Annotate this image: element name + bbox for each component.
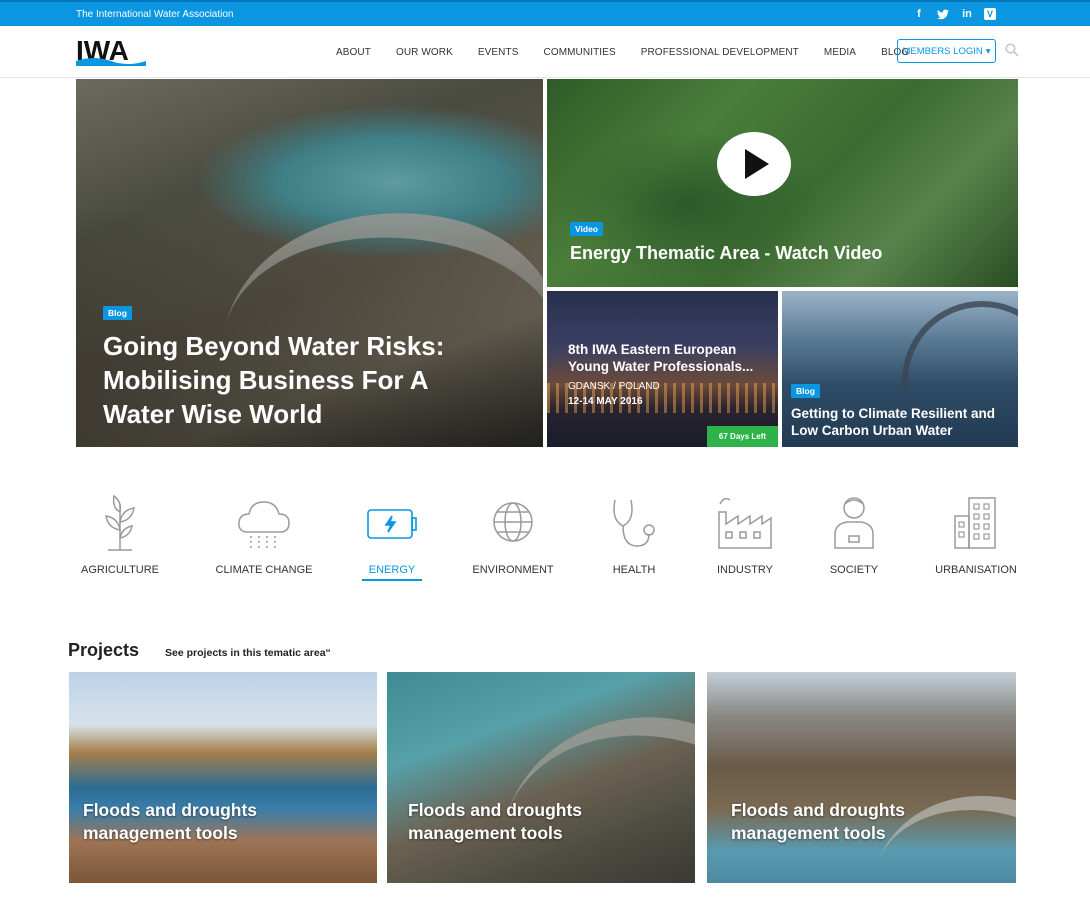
thematic-areas: AGRICULTURE CLIMATE CHANGE ENERGY ENVIRO… [70,490,1030,590]
theme-label: AGRICULTURE [80,564,160,576]
hero-main-tile[interactable]: Blog Going Beyond Water Risks: Mobilisin… [76,79,543,447]
projects-heading: Projects [68,640,140,660]
hero-video-title[interactable]: Energy Thematic Area - Watch Video [570,243,882,264]
theme-society[interactable]: SOCIETY [822,490,886,576]
theme-label: HEALTH [612,564,656,576]
theme-label: SOCIETY [829,564,879,576]
project-card[interactable]: Floods and droughts management tools [69,672,377,883]
cloud-rain-icon [238,501,290,548]
hero-event-tile[interactable]: 8th IWA Eastern European Young Water Pro… [547,291,778,447]
top-strip: The International Water Association f in… [0,0,1090,26]
theme-agriculture[interactable]: AGRICULTURE [80,490,160,576]
main-header: IWA ABOUT OUR WORK EVENTS COMMUNITIES PR… [0,26,1090,78]
globe-icon [493,502,533,542]
project-card[interactable]: Floods and droughts management tools [707,672,1016,883]
hero-blog-tile[interactable]: Blog Getting to Climate Resilient and Lo… [782,291,1018,447]
nav-media[interactable]: MEDIA [824,47,856,58]
nav-communities[interactable]: COMMUNITIES [544,47,616,58]
theme-climate-change[interactable]: CLIMATE CHANGE [214,490,314,576]
play-icon[interactable] [717,132,791,196]
hero-blog-title[interactable]: Getting to Climate Resilient and Low Car… [791,405,1016,439]
facebook-icon[interactable]: f [912,7,926,21]
theme-label: CLIMATE CHANGE [215,564,313,576]
theme-label: ENVIRONMENT [472,564,554,576]
bridge-image [902,301,1018,391]
members-login-button[interactable]: MEMBERS LOGIN ▾ [897,39,996,63]
building-icon [954,497,996,549]
blog-badge: Blog [791,384,820,398]
hero-main-title[interactable]: Going Beyond Water Risks: Mobilising Bus… [103,329,503,431]
project-card[interactable]: Floods and droughts management tools [387,672,695,883]
days-left-badge: 67 Days Left [707,426,778,447]
stethoscope-icon [613,499,655,547]
twitter-icon[interactable] [936,7,950,21]
event-location: GDANSK / POLAND [568,381,660,392]
main-nav: ABOUT OUR WORK EVENTS COMMUNITIES PROFES… [336,26,934,78]
project-title[interactable]: Floods and droughts management tools [731,799,941,845]
theme-label: URBANISATION [935,564,1017,576]
theme-urbanisation[interactable]: URBANISATION [932,490,1020,576]
blog-badge: Blog [103,306,132,320]
social-links: f in V [912,7,996,21]
theme-industry[interactable]: INDUSTRY [710,490,780,576]
nav-about[interactable]: ABOUT [336,47,371,58]
theme-label: ENERGY [362,564,422,581]
video-badge: Video [570,222,603,236]
projects-subheading[interactable]: See projects in this tematic area“ [165,647,331,659]
event-title[interactable]: 8th IWA Eastern European Young Water Pro… [568,341,768,375]
factory-icon [718,497,772,549]
project-title[interactable]: Floods and droughts management tools [83,799,293,845]
plant-icon [105,494,135,551]
theme-label: INDUSTRY [716,564,774,576]
vimeo-icon[interactable]: V [984,8,996,20]
theme-energy[interactable]: ENERGY [362,490,422,581]
battery-icon [367,509,417,539]
chevron-down-icon: ▾ [985,45,991,57]
org-name: The International Water Association [76,9,234,20]
search-icon[interactable] [1005,43,1019,57]
person-icon [834,497,874,549]
nav-events[interactable]: EVENTS [478,47,519,58]
projects-header: Projects See projects in this tematic ar… [68,640,331,661]
theme-health[interactable]: HEALTH [606,490,662,576]
event-date: 12-14 MAY 2016 [568,396,643,407]
theme-environment[interactable]: ENVIRONMENT [468,490,558,576]
project-title[interactable]: Floods and droughts management tools [408,799,618,845]
iwa-logo[interactable]: IWA [76,36,146,66]
hero-video-tile[interactable]: Video Energy Thematic Area - Watch Video [547,79,1018,287]
members-login-label: MEMBERS LOGIN [902,45,983,57]
linkedin-icon[interactable]: in [960,7,974,21]
nav-our-work[interactable]: OUR WORK [396,47,453,58]
nav-professional-development[interactable]: PROFESSIONAL DEVELOPMENT [641,47,799,58]
